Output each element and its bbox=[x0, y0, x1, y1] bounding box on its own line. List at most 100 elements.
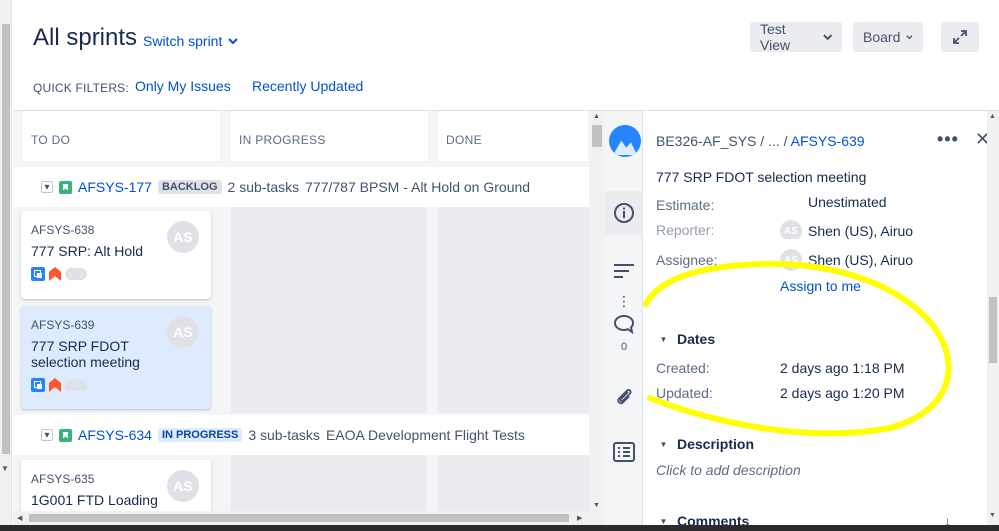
swimlane-header[interactable]: ▾ AFSYS-634 IN PROGRESS 3 sub-tasks EAOA… bbox=[13, 415, 589, 455]
project-avatar bbox=[609, 125, 641, 157]
priority-high-icon bbox=[49, 267, 61, 281]
quick-filter-only-my-issues[interactable]: Only My Issues bbox=[135, 78, 231, 94]
breadcrumb-separator: / bbox=[783, 133, 788, 149]
estimate-label: Estimate: bbox=[656, 197, 715, 213]
description-section-toggle[interactable]: ▼ Description bbox=[658, 436, 754, 452]
subtasks-tab[interactable] bbox=[605, 437, 643, 467]
priority-high-icon bbox=[49, 378, 61, 392]
description-tab[interactable] bbox=[605, 256, 643, 286]
assign-to-me-link[interactable]: Assign to me bbox=[780, 278, 861, 294]
chevron-down-icon: ▼ bbox=[659, 334, 668, 344]
fullscreen-button[interactable] bbox=[941, 22, 979, 52]
created-value: 2 days ago 1:18 PM bbox=[780, 360, 905, 376]
reporter-row-clipped: Reporter: AS Shen (US), Airuo bbox=[644, 217, 987, 239]
column-cell bbox=[438, 455, 589, 511]
scroll-up-arrow-icon[interactable]: ▲ bbox=[593, 113, 600, 120]
assignee-field[interactable]: AS Shen (US), Airuo bbox=[780, 249, 913, 271]
assignee-value: Shen (US), Airuo bbox=[808, 252, 914, 268]
view-select-button[interactable]: Test View bbox=[750, 21, 842, 53]
drag-handle-icon[interactable]: ⋮ bbox=[605, 291, 643, 311]
reporter-field[interactable]: AS Shen (US), Airuo bbox=[780, 220, 913, 239]
chevron-down-icon bbox=[228, 38, 239, 45]
switch-sprint-label: Switch sprint bbox=[143, 33, 223, 49]
comment-count: 0 bbox=[620, 341, 628, 353]
column-cell bbox=[438, 207, 589, 413]
scroll-left-arrow-icon[interactable]: ◀ bbox=[17, 514, 22, 522]
scroll-down-arrow-icon[interactable]: ▼ bbox=[989, 512, 996, 519]
swimlane-summary: 777/787 BPSM - Alt Hold on Ground bbox=[305, 179, 531, 195]
card-summary: 777 SRP FDOT selection meeting bbox=[31, 338, 140, 370]
dates-section-toggle[interactable]: ▼ Dates bbox=[658, 331, 716, 347]
description-placeholder[interactable]: Click to add description bbox=[656, 462, 801, 478]
scroll-down-arrow-icon[interactable]: ▼ bbox=[1, 464, 9, 473]
page-scrollbar-thumb[interactable] bbox=[2, 24, 10, 454]
scroll-up-arrow-icon[interactable]: ▲ bbox=[989, 113, 996, 120]
chevron-down-icon: ▼ bbox=[659, 439, 668, 449]
column-header-in-progress: IN PROGRESS bbox=[231, 111, 428, 161]
details-tab[interactable] bbox=[605, 191, 643, 235]
issue-summary[interactable]: 777 SRP FDOT selection meeting bbox=[656, 169, 866, 185]
board-header: All sprints Switch sprint Test View Boar… bbox=[13, 0, 999, 111]
subtask-icon bbox=[31, 378, 45, 392]
board-horizontal-scrollbar[interactable]: ◀ ▶ bbox=[13, 511, 605, 525]
story-icon bbox=[59, 180, 72, 194]
close-icon[interactable]: ✕ bbox=[975, 129, 987, 150]
breadcrumb-issue-key[interactable]: AFSYS-639 bbox=[791, 133, 865, 149]
breadcrumb-ellipsis[interactable]: ... bbox=[768, 133, 780, 149]
quick-filter-recently-updated[interactable]: Recently Updated bbox=[252, 78, 363, 94]
story-icon bbox=[59, 428, 72, 442]
scroll-down-arrow-icon[interactable]: ▼ bbox=[593, 502, 600, 509]
avatar: AS bbox=[780, 249, 802, 271]
chevron-down-icon bbox=[906, 35, 913, 40]
text-lines-icon bbox=[614, 264, 634, 278]
column-cell bbox=[231, 207, 427, 413]
breadcrumb-project[interactable]: BE326-AF_SYS bbox=[656, 133, 756, 149]
more-actions-icon[interactable]: ••• bbox=[937, 129, 959, 150]
scroll-right-arrow-icon[interactable]: ▶ bbox=[577, 514, 582, 522]
reporter-value: Shen (US), Airuo bbox=[808, 223, 914, 239]
updated-value: 2 days ago 1:20 PM bbox=[780, 385, 905, 401]
description-heading: Description bbox=[677, 436, 755, 452]
page-scrollbar[interactable]: ▼ bbox=[0, 0, 12, 531]
issue-detail-panel: BE326-AF_SYS / ... / AFSYS-639 ••• ✕ 777… bbox=[644, 111, 987, 531]
breadcrumb-separator: / bbox=[760, 133, 765, 149]
estimate-badge bbox=[65, 379, 87, 391]
subtask-count: 3 sub-tasks bbox=[248, 427, 320, 443]
subtask-count: 2 sub-tasks bbox=[227, 179, 300, 195]
info-icon bbox=[614, 203, 634, 223]
column-cell bbox=[231, 455, 427, 511]
status-badge: IN PROGRESS bbox=[157, 428, 243, 442]
quick-filters-label: QUICK FILTERS: bbox=[33, 81, 129, 95]
avatar: AS bbox=[167, 316, 199, 348]
reporter-label: Reporter: bbox=[656, 222, 715, 238]
chevron-down-icon[interactable]: ▾ bbox=[41, 181, 53, 193]
estimate-badge bbox=[65, 268, 87, 280]
board: TO DO IN PROGRESS DONE ▾ AFSYS-177 BACKL… bbox=[13, 111, 589, 511]
avatar: AS bbox=[780, 220, 802, 239]
chevron-down-icon[interactable]: ▾ bbox=[41, 429, 53, 441]
avatar: AS bbox=[167, 470, 199, 502]
paperclip-icon bbox=[617, 389, 632, 405]
board-horizontal-scrollbar-thumb[interactable] bbox=[29, 514, 569, 522]
issue-card[interactable]: AFSYS-635 1G001 FTD Loading AS bbox=[21, 460, 211, 511]
swimlane-header[interactable]: ▾ AFSYS-177 BACKLOG 2 sub-tasks 777/787 … bbox=[13, 167, 589, 207]
estimate-value[interactable]: Unestimated bbox=[808, 194, 887, 210]
detail-scrollbar[interactable]: ▲ ▼ bbox=[987, 111, 999, 531]
board-vertical-scrollbar[interactable]: ▲ ▼ bbox=[589, 111, 605, 511]
swimlane-issue-key[interactable]: AFSYS-177 bbox=[78, 179, 152, 195]
board-vertical-scrollbar-thumb[interactable] bbox=[592, 125, 602, 147]
breadcrumb: BE326-AF_SYS / ... / AFSYS-639 bbox=[656, 133, 865, 149]
switch-sprint-button[interactable]: Switch sprint bbox=[143, 33, 239, 49]
detail-scrollbar-thumb[interactable] bbox=[989, 297, 997, 363]
board-select-button[interactable]: Board bbox=[853, 22, 923, 52]
comments-tab[interactable] bbox=[605, 311, 643, 337]
issue-card-selected[interactable]: AFSYS-639 777 SRP FDOT selection meeting… bbox=[21, 306, 211, 409]
issue-card[interactable]: AFSYS-638 777 SRP: Alt Hold AS bbox=[21, 211, 211, 299]
status-badge: BACKLOG bbox=[157, 180, 222, 194]
swimlane-summary: EAOA Development Flight Tests bbox=[325, 427, 525, 443]
comment-icon bbox=[613, 314, 635, 334]
swimlane-issue-key[interactable]: AFSYS-634 bbox=[78, 427, 152, 443]
attachments-tab[interactable] bbox=[605, 383, 643, 411]
column-header-done: DONE bbox=[438, 111, 588, 161]
dates-heading: Dates bbox=[677, 331, 716, 347]
